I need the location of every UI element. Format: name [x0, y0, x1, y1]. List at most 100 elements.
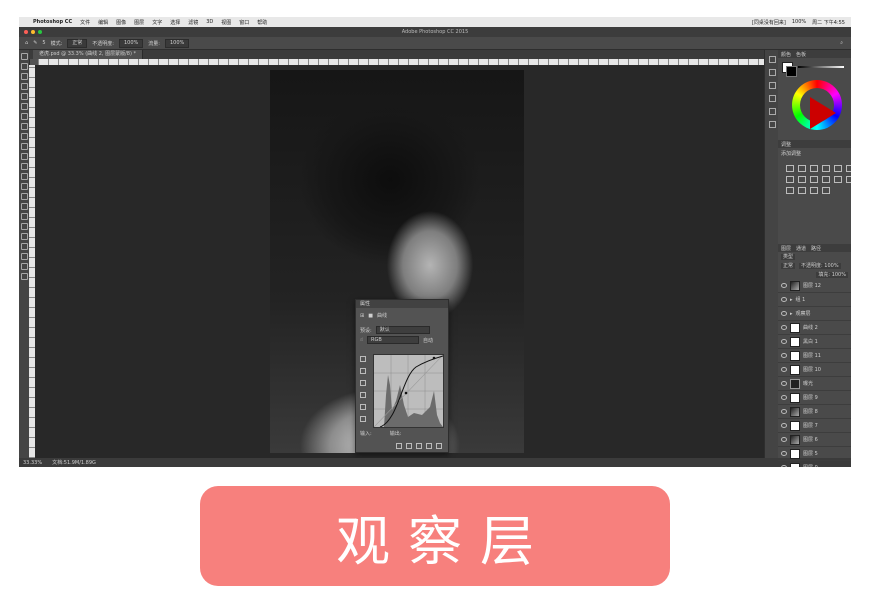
foreground-background-icon[interactable]: [20, 253, 28, 260]
threshold-icon[interactable]: [798, 187, 806, 194]
hand-tool-icon[interactable]: [20, 233, 28, 240]
reset-icon[interactable]: [416, 443, 422, 449]
layer-row[interactable]: 图层 11: [778, 349, 851, 363]
photo-filter-icon[interactable]: [810, 176, 818, 183]
brush-settings-icon[interactable]: [768, 108, 776, 115]
channel-select[interactable]: RGB: [367, 336, 420, 344]
posterize-icon[interactable]: [786, 187, 794, 194]
smooth-curve-icon[interactable]: [360, 416, 366, 422]
menu-help[interactable]: 帮助: [257, 19, 267, 26]
menu-view[interactable]: 视图: [221, 19, 231, 26]
gray-point-eyedropper-icon[interactable]: [360, 368, 366, 374]
layer-row[interactable]: 图层 0: [778, 461, 851, 467]
color-wheel[interactable]: [792, 80, 842, 130]
visibility-eye-icon[interactable]: [781, 325, 787, 330]
layer-row[interactable]: 图层 7: [778, 419, 851, 433]
curve-control-point[interactable]: [432, 356, 436, 360]
close-window-icon[interactable]: [24, 30, 28, 34]
layer-row[interactable]: ▸ 组 1: [778, 293, 851, 307]
menu-file[interactable]: 文件: [80, 19, 90, 26]
quick-mask-icon[interactable]: [20, 263, 28, 270]
brush-size-value[interactable]: 5: [42, 40, 45, 46]
folder-icon[interactable]: ▸: [790, 311, 793, 317]
type-tool-icon[interactable]: [20, 203, 28, 210]
brush-tool-icon[interactable]: [20, 123, 28, 130]
zoom-readout[interactable]: 33.33%: [23, 460, 42, 466]
layer-thumbnail[interactable]: [790, 336, 800, 347]
brush-tool-icon[interactable]: ✎: [33, 40, 37, 46]
white-point-eyedropper-icon[interactable]: [360, 380, 366, 386]
menu-window[interactable]: 窗口: [239, 19, 249, 26]
character-icon[interactable]: [768, 82, 776, 89]
gradient-tool-icon[interactable]: [20, 163, 28, 170]
background-color-swatch[interactable]: [786, 66, 797, 77]
layer-row[interactable]: 图层 12: [778, 279, 851, 293]
layer-row[interactable]: 黑白 1: [778, 335, 851, 349]
black-white-icon[interactable]: [798, 176, 806, 183]
layer-thumbnail[interactable]: [790, 378, 800, 389]
tab-paths[interactable]: 路径: [811, 245, 821, 252]
battery-level[interactable]: 100%: [792, 19, 806, 25]
layer-kind-filter[interactable]: 类型: [781, 253, 796, 260]
layer-thumbnail[interactable]: [790, 420, 800, 431]
visibility-eye-icon[interactable]: [781, 381, 787, 386]
visibility-eye-icon[interactable]: [781, 297, 787, 302]
search-icon[interactable]: ⌕: [840, 40, 843, 46]
info-icon[interactable]: [768, 121, 776, 128]
clip-to-layer-icon[interactable]: [396, 443, 402, 449]
curve-control-point[interactable]: [404, 391, 408, 395]
eyedropper-tool-icon[interactable]: [20, 103, 28, 110]
visibility-eye-icon[interactable]: [781, 367, 787, 372]
preset-select[interactable]: 默认: [375, 326, 430, 334]
menu-app-name[interactable]: Photoshop CC: [33, 19, 72, 25]
menu-3d[interactable]: 3D: [206, 19, 213, 25]
layer-row[interactable]: 图层 8: [778, 405, 851, 419]
layer-thumbnail[interactable]: [790, 350, 800, 361]
layer-thumbnail[interactable]: [790, 462, 800, 467]
path-select-tool-icon[interactable]: [20, 213, 28, 220]
color-lookup-icon[interactable]: [834, 176, 842, 183]
doc-size-readout[interactable]: 文档:51.9M/1.89G: [52, 459, 96, 466]
blur-tool-icon[interactable]: [20, 173, 28, 180]
menu-filter[interactable]: 滤镜: [188, 19, 198, 26]
tab-layers[interactable]: 图层: [781, 245, 791, 252]
layer-thumbnail[interactable]: [790, 392, 800, 403]
hue-saturation-icon[interactable]: [846, 165, 851, 172]
healing-tool-icon[interactable]: [20, 113, 28, 120]
layer-row[interactable]: 曝光: [778, 377, 851, 391]
tab-swatches[interactable]: 色板: [796, 51, 806, 58]
curves-adjust-icon[interactable]: [810, 165, 818, 172]
channel-mixer-icon[interactable]: [822, 176, 830, 183]
color-slider[interactable]: [798, 66, 844, 68]
layer-thumbnail[interactable]: [790, 280, 800, 291]
layer-row[interactable]: 图层 9: [778, 391, 851, 405]
eraser-tool-icon[interactable]: [20, 153, 28, 160]
blend-mode-select[interactable]: 正常: [781, 262, 796, 269]
layer-row[interactable]: 图层 6: [778, 433, 851, 447]
opacity-field[interactable]: 100%: [118, 38, 144, 48]
shape-tool-icon[interactable]: [20, 223, 28, 230]
visibility-eye-icon[interactable]: [781, 395, 787, 400]
curves-graph[interactable]: [374, 355, 443, 427]
layer-thumbnail[interactable]: [790, 406, 800, 417]
folder-icon[interactable]: ▸: [790, 297, 793, 303]
layer-thumbnail[interactable]: [790, 322, 800, 333]
vibrance-icon[interactable]: [834, 165, 842, 172]
tab-adjustments[interactable]: 调整: [781, 141, 791, 148]
visibility-eye-icon[interactable]: [781, 311, 787, 316]
document-tab[interactable]: 老虎.psd @ 33.3% (曲线 2, 图层蒙版/8) *: [33, 50, 144, 59]
layer-fill-field[interactable]: 填充: 100%: [816, 271, 848, 278]
quick-select-tool-icon[interactable]: [20, 83, 28, 90]
auto-button[interactable]: 自动: [423, 337, 433, 344]
levels-icon[interactable]: [798, 165, 806, 172]
trash-icon[interactable]: [436, 443, 442, 449]
layer-row[interactable]: 曲线 2: [778, 321, 851, 335]
flow-field[interactable]: 100%: [164, 38, 190, 48]
layer-thumbnail[interactable]: [790, 434, 800, 445]
menu-select[interactable]: 选择: [170, 19, 180, 26]
mode-select[interactable]: 正常: [67, 38, 88, 48]
tab-color[interactable]: 颜色: [781, 51, 791, 58]
stamp-tool-icon[interactable]: [20, 133, 28, 140]
visibility-eye-icon[interactable]: [781, 339, 787, 344]
paragraph-icon[interactable]: [768, 95, 776, 102]
